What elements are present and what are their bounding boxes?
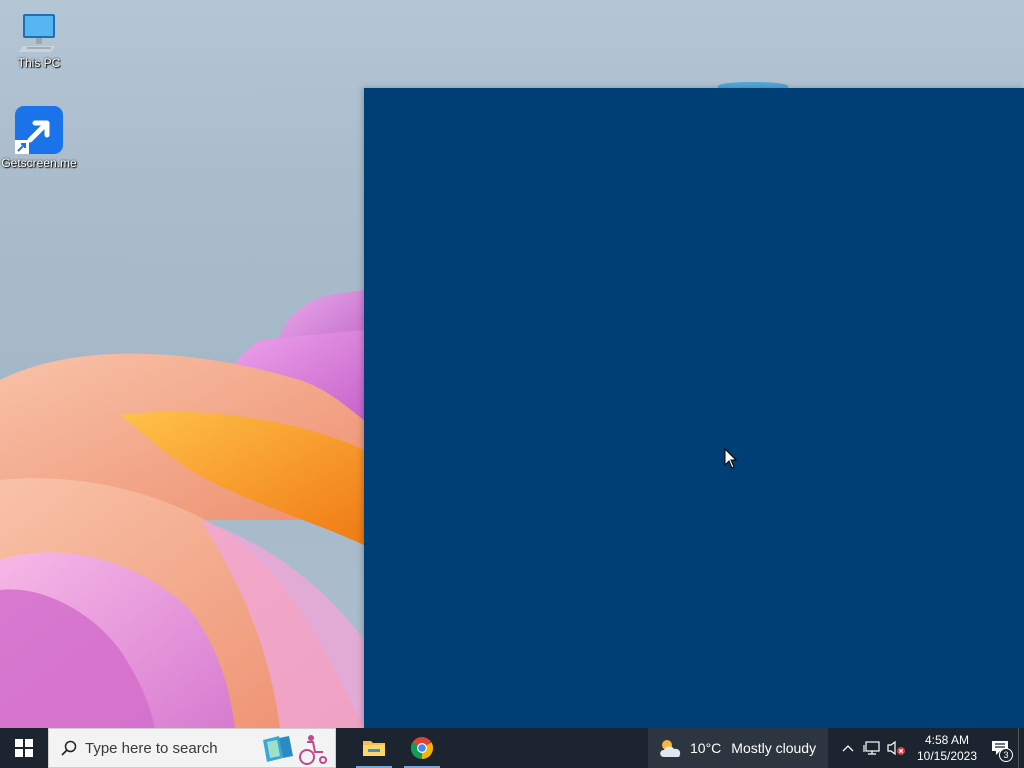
action-center-button[interactable]: 3	[982, 728, 1018, 768]
desktop-icon-label: Getscreen.me	[1, 156, 77, 170]
taskbar-search-box[interactable]: Type here to search	[48, 728, 336, 768]
desktop-icon-this-pc[interactable]: This PC	[0, 10, 78, 70]
system-tray: 4:58 AM 10/15/2023 3	[836, 728, 1024, 768]
notification-count-badge: 3	[999, 748, 1013, 762]
weather-temperature: 10°C	[690, 740, 722, 756]
this-pc-icon	[19, 14, 55, 52]
file-explorer-icon	[363, 741, 385, 756]
app-window[interactable]	[364, 88, 1024, 728]
show-desktop-button[interactable]	[1018, 728, 1024, 768]
weather-widget[interactable]: 10°C Mostly cloudy	[648, 728, 828, 768]
desktop-icon-getscreen[interactable]: Getscreen.me	[0, 106, 78, 170]
search-placeholder: Type here to search	[85, 739, 218, 757]
volume-muted-icon	[887, 740, 905, 756]
network-icon	[863, 741, 880, 755]
desktop-icon-label: This PC	[17, 56, 61, 70]
clock-time: 4:58 AM	[924, 733, 970, 747]
taskbar: Type here to search 10°C Mostly cloudy 4…	[0, 728, 1024, 768]
show-hidden-icons-button[interactable]	[836, 728, 860, 768]
volume-button[interactable]	[884, 728, 908, 768]
search-icon	[61, 740, 77, 756]
chevron-up-icon	[842, 745, 854, 752]
mouse-cursor-icon	[724, 448, 738, 469]
start-button[interactable]	[0, 728, 48, 768]
taskbar-file-explorer[interactable]	[350, 728, 398, 768]
partly-cloudy-icon	[660, 740, 681, 757]
network-button[interactable]	[860, 728, 884, 768]
taskbar-chrome[interactable]	[398, 728, 446, 768]
weather-condition: Mostly cloudy	[731, 740, 817, 756]
search-highlight-icon	[263, 735, 327, 765]
clock-date: 10/15/2023	[916, 749, 978, 763]
shortcut-arrow-icon	[15, 106, 63, 154]
windows-logo-icon	[15, 739, 33, 757]
chrome-icon	[411, 737, 433, 759]
taskbar-clock[interactable]: 4:58 AM 10/15/2023	[912, 732, 982, 764]
